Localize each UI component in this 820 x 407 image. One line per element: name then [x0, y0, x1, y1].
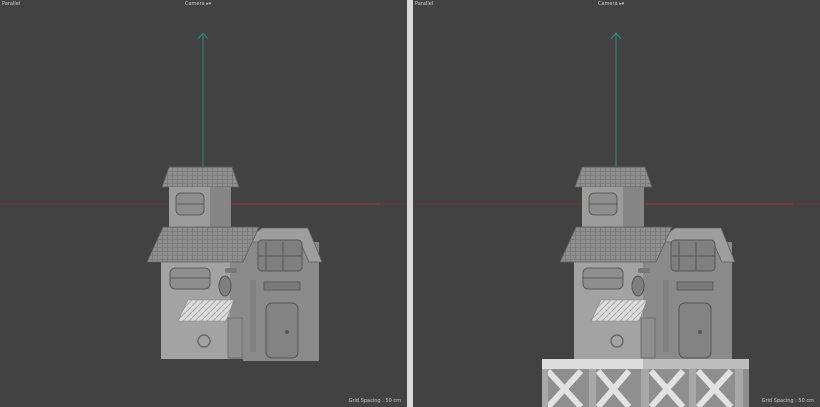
- grid-spacing-label: Grid Spacing : 50 cm: [761, 398, 814, 404]
- projection-label[interactable]: Parallel: [2, 1, 20, 8]
- house-model[interactable]: [559, 166, 736, 362]
- scene-left: [0, 32, 407, 362]
- viewport-left[interactable]: Parallel Camera ▸▾ Grid Spacing : 50 cm: [0, 0, 407, 407]
- projection-label[interactable]: Parallel: [415, 1, 433, 8]
- house-model[interactable]: [146, 166, 323, 362]
- viewport-right[interactable]: Parallel Camera ▸▾ Grid Spacing : 50 cm: [413, 0, 820, 407]
- grid-spacing-label: Grid Spacing : 50 cm: [348, 398, 401, 404]
- scene-right: [413, 32, 820, 407]
- camera-label[interactable]: Camera ▸▾: [598, 1, 624, 8]
- fence-model[interactable]: [542, 359, 749, 407]
- camera-label[interactable]: Camera ▸▾: [185, 1, 211, 8]
